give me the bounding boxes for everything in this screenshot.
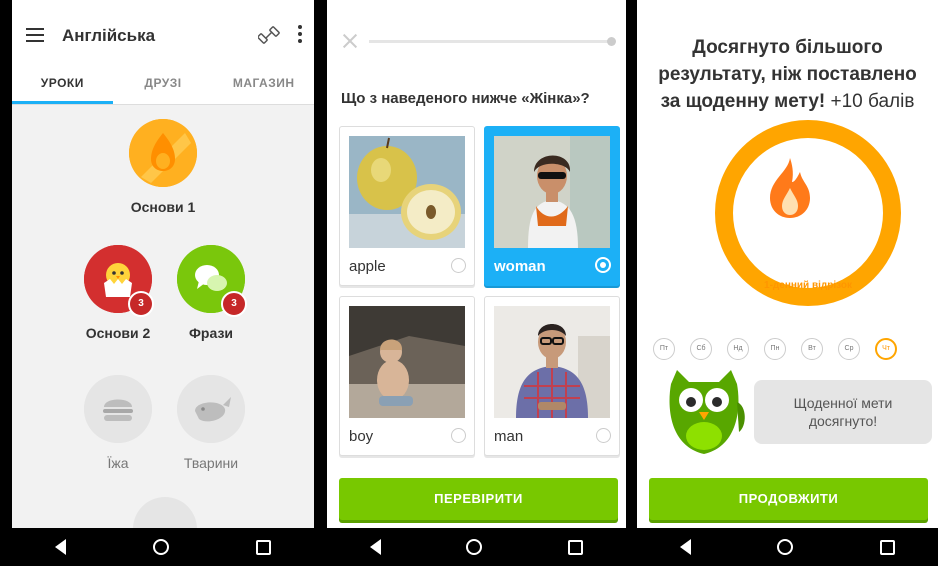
skill-phrases[interactable]: 3 Фрази	[156, 245, 266, 341]
day-sunday: Нд	[727, 338, 749, 360]
question-prompt: Що з наведеного нижче «Жінка»?	[341, 90, 590, 107]
check-button[interactable]: ПЕРЕВІРИТИ	[339, 478, 618, 520]
lesson-progress	[341, 28, 616, 58]
heading-line-3: за щоденну мету!	[660, 91, 826, 112]
owl-mascot-icon	[669, 370, 745, 454]
owl-message: Щоденної мети досягнуто!	[793, 395, 893, 429]
heading-line-1: Досягнуто більшого	[692, 37, 883, 58]
daily-goal-screen: Досягнуто більшого результату, ніж поста…	[637, 0, 938, 566]
day-saturday: Сб	[690, 338, 712, 360]
overflow-menu-icon[interactable]	[298, 25, 302, 46]
progress-bar	[369, 37, 616, 46]
heading-line-2: результату, ніж поставлено	[658, 64, 917, 85]
points-earned: +10 балів	[830, 91, 915, 112]
option-card-woman[interactable]: woman	[484, 126, 620, 286]
option-word: apple	[349, 258, 386, 275]
radio-button-selected[interactable]	[595, 257, 611, 273]
burger-icon	[84, 375, 152, 443]
close-icon[interactable]	[341, 32, 359, 50]
day-tuesday: Вт	[801, 338, 823, 360]
continue-button[interactable]: ПРОДОВЖИТИ	[649, 478, 928, 520]
option-word: boy	[349, 428, 374, 445]
tab-friends[interactable]: ДРУЗІ	[113, 68, 214, 104]
result-heading: Досягнуто більшого результату, ніж поста…	[637, 34, 938, 115]
option-card-apple[interactable]: apple	[339, 126, 475, 286]
home-icon[interactable]	[777, 539, 794, 555]
option-card-boy[interactable]: boy	[339, 296, 475, 456]
recents-icon[interactable]	[568, 539, 584, 555]
skill-badge: 3	[128, 291, 154, 317]
back-icon[interactable]	[680, 539, 692, 555]
recents-icon[interactable]	[255, 539, 271, 555]
streak-ring: 1-денний відрізок	[715, 120, 901, 306]
day-thursday: Чт	[875, 338, 897, 360]
recents-icon[interactable]	[879, 539, 895, 555]
back-icon[interactable]	[369, 539, 381, 555]
day-wednesday: Ср	[838, 338, 860, 360]
option-word: woman	[494, 258, 546, 275]
home-icon[interactable]	[152, 539, 169, 555]
flame-icon	[770, 158, 810, 218]
skill-label: Фрази	[188, 325, 234, 341]
radio-button[interactable]	[451, 428, 466, 443]
apple-image	[349, 136, 465, 248]
day-friday: Пт	[653, 338, 675, 360]
android-nav-bar	[327, 528, 626, 566]
radio-button[interactable]	[596, 428, 611, 443]
android-nav-bar	[637, 528, 938, 566]
skill-animals[interactable]: Тварини	[156, 375, 266, 471]
tab-bar: УРОКИ ДРУЗІ МАГАЗИН	[12, 68, 314, 105]
skill-label: Тварини	[183, 455, 239, 471]
week-days: Пт Сб Нд Пн Вт Ср Чт	[653, 338, 897, 360]
android-nav-bar	[12, 528, 314, 566]
skill-tree: Основи 1 3 Основи 2 3 Фрази Їжа Тварини	[12, 105, 314, 537]
app-bar: Англійська УРОКИ ДРУЗІ МАГАЗИН	[12, 0, 314, 105]
radio-button[interactable]	[451, 258, 466, 273]
skill-basics-1[interactable]: Основи 1	[108, 119, 218, 215]
whale-icon	[177, 375, 245, 443]
home-icon[interactable]	[466, 539, 483, 555]
day-monday: Пн	[764, 338, 786, 360]
chick-icon: 3	[84, 245, 154, 317]
tab-store[interactable]: МАГАЗИН	[213, 68, 314, 104]
progress-end-dot	[607, 37, 616, 46]
tab-lessons[interactable]: УРОКИ	[12, 68, 113, 104]
back-icon[interactable]	[55, 539, 67, 555]
owl-speech-bubble: Щоденної мети досягнуто!	[754, 380, 932, 444]
speech-bubbles-icon: 3	[177, 245, 247, 317]
skill-label: Основи 1	[130, 199, 196, 215]
skill-basics-1-icon	[129, 119, 197, 187]
menu-icon[interactable]	[26, 28, 44, 42]
man-image	[494, 306, 610, 418]
option-card-man[interactable]: man	[484, 296, 620, 456]
option-word: man	[494, 428, 524, 445]
boy-image	[349, 306, 465, 418]
course-title: Англійська	[62, 26, 156, 45]
dumbbell-icon[interactable]	[258, 24, 280, 46]
skill-badge: 3	[221, 291, 247, 317]
woman-image	[494, 136, 610, 248]
exercise-screen: Що з наведеного нижче «Жінка»? apple wom…	[327, 0, 626, 566]
lessons-screen: Англійська УРОКИ ДРУЗІ МАГАЗИН Основи 1 …	[12, 0, 314, 566]
streak-label: 1-денний відрізок	[764, 280, 852, 291]
